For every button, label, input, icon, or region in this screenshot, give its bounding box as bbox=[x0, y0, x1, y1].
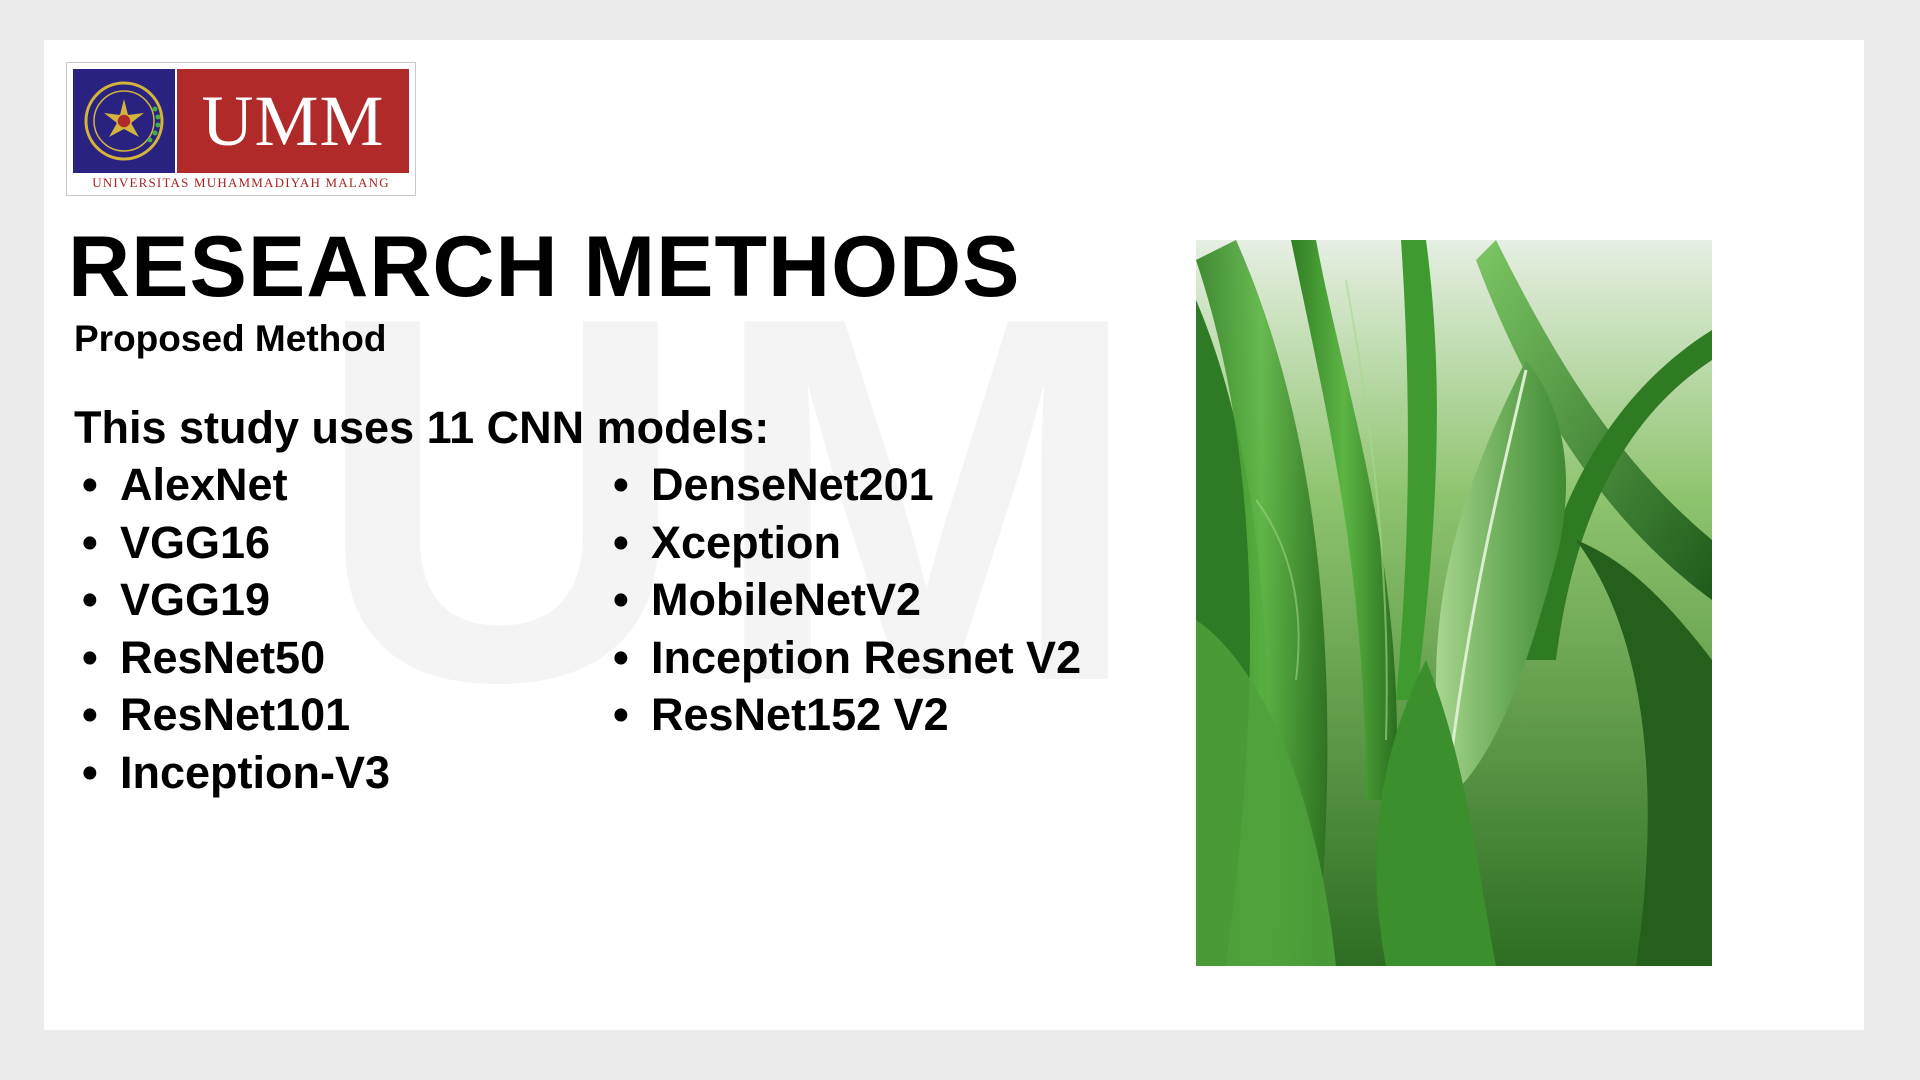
model-name: DenseNet201 bbox=[651, 459, 934, 510]
list-item: • AlexNet bbox=[82, 456, 390, 514]
models-list-left: • AlexNet • VGG16 • VGG19 • ResNet50 • ResNet… bbox=[82, 456, 390, 801]
slide-title: RESEARCH METHODS bbox=[68, 219, 1021, 315]
list-item: • VGG16 bbox=[82, 514, 390, 572]
list-item: • ResNet50 bbox=[82, 629, 390, 687]
corn-leaves-photo bbox=[1196, 240, 1712, 966]
list-item: • Inception Resnet V2 bbox=[613, 629, 1081, 687]
model-name: ResNet101 bbox=[120, 689, 351, 740]
list-item: • ResNet152 V2 bbox=[613, 686, 1081, 744]
bullet-icon: • bbox=[613, 459, 629, 510]
model-name: Inception-V3 bbox=[120, 746, 391, 798]
logo-subtitle: UNIVERSITAS MUHAMMADIYAH MALANG bbox=[92, 175, 390, 190]
logo-wordmark-panel: UMM bbox=[177, 69, 409, 173]
model-name: ResNet50 bbox=[120, 631, 326, 683]
bullet-icon: • bbox=[82, 459, 98, 510]
university-seal-icon bbox=[84, 81, 164, 161]
model-name: ResNet152 V2 bbox=[651, 689, 949, 740]
list-item: • Inception-V3 bbox=[82, 744, 390, 802]
model-name: VGG16 bbox=[120, 516, 271, 568]
bullet-icon: • bbox=[82, 746, 98, 798]
university-logo: UMM UNIVERSITAS MUHAMMADIYAH MALANG bbox=[66, 62, 416, 196]
model-name: MobileNetV2 bbox=[651, 574, 922, 625]
bullet-icon: • bbox=[613, 574, 629, 625]
model-name: Inception Resnet V2 bbox=[651, 631, 1082, 683]
list-item: • Xception bbox=[613, 514, 1081, 572]
list-item: • VGG19 bbox=[82, 571, 390, 629]
model-name: VGG19 bbox=[120, 574, 271, 625]
slide-subtitle: Proposed Method bbox=[74, 318, 387, 359]
bullet-icon: • bbox=[82, 516, 98, 568]
bullet-icon: • bbox=[613, 689, 629, 740]
bullet-icon: • bbox=[613, 631, 629, 683]
intro-text: This study uses 11 CNN models: bbox=[74, 402, 770, 453]
bullet-icon: • bbox=[82, 689, 98, 740]
list-item: • MobileNetV2 bbox=[613, 571, 1081, 629]
list-item: • ResNet101 bbox=[82, 686, 390, 744]
model-name: Xception bbox=[651, 516, 842, 568]
corn-leaves-image bbox=[1196, 240, 1712, 966]
bullet-icon: • bbox=[82, 574, 98, 625]
bullet-icon: • bbox=[82, 631, 98, 683]
list-item: • DenseNet201 bbox=[613, 456, 1081, 514]
slide: UMM UMM UNIVERSITAS MUHAMMADIYAH MALANG … bbox=[44, 40, 1864, 1030]
logo-wordmark: UMM bbox=[201, 80, 385, 161]
models-list-right: • DenseNet201 • Xception • MobileNetV2 • Inc… bbox=[613, 456, 1081, 744]
model-name: AlexNet bbox=[120, 459, 288, 510]
bullet-icon: • bbox=[613, 516, 629, 568]
logo-seal-panel bbox=[73, 69, 175, 173]
